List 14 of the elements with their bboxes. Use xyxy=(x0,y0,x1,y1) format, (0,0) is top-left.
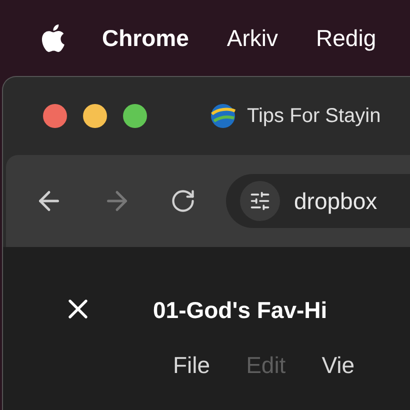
browser-tab[interactable]: Tips For Stayin xyxy=(201,91,381,141)
menu-item[interactable]: Vie xyxy=(322,348,355,382)
menu-item[interactable]: Redig xyxy=(316,20,376,56)
site-settings-icon[interactable] xyxy=(240,181,280,221)
reload-button[interactable] xyxy=(170,188,196,214)
app-name[interactable]: Chrome xyxy=(102,20,189,56)
close-window-button[interactable] xyxy=(43,104,67,128)
address-field[interactable]: dropbox xyxy=(226,174,410,228)
globe-favicon-icon xyxy=(209,102,237,130)
document-title: 01-God's Fav-Hi xyxy=(153,296,328,325)
menu-item[interactable]: Arkiv xyxy=(226,20,278,56)
menu-item[interactable]: File xyxy=(173,348,210,382)
minimize-window-button[interactable] xyxy=(83,104,107,128)
zoom-window-button[interactable] xyxy=(123,104,147,128)
